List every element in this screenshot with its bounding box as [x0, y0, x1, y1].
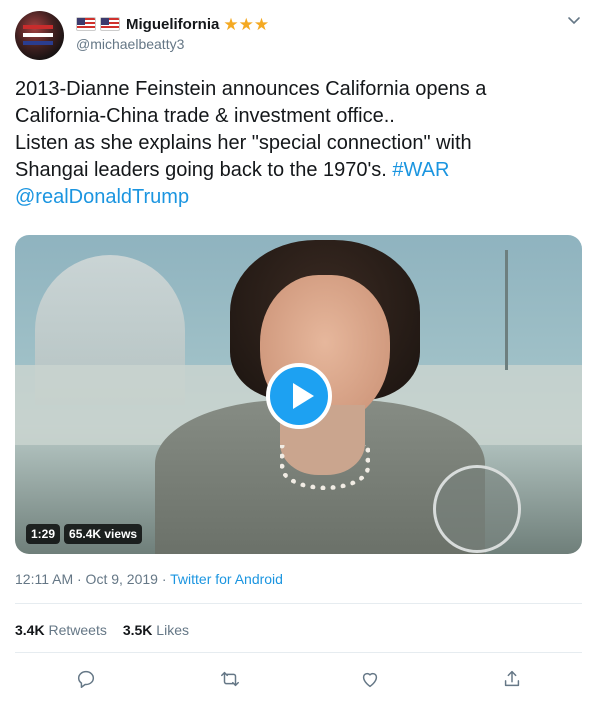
- chevron-down-icon[interactable]: [567, 14, 581, 28]
- play-button[interactable]: [266, 363, 332, 429]
- avatar-art: [23, 33, 53, 37]
- retweets-label: Retweets: [48, 622, 107, 638]
- tweet-meta: 12:11 AM · Oct 9, 2019 · Twitter for And…: [15, 571, 283, 587]
- stars-icon: ★★★: [223, 14, 270, 34]
- retweets-stat[interactable]: 3.4K Retweets: [15, 622, 107, 638]
- divider: [15, 652, 582, 653]
- like-icon[interactable]: [359, 668, 381, 690]
- reply-icon[interactable]: [75, 668, 97, 690]
- video-views: 65.4K views: [64, 524, 143, 544]
- tweet-timestamp[interactable]: 12:11 AM · Oct 9, 2019 ·: [15, 571, 170, 587]
- avatar[interactable]: [15, 11, 64, 60]
- tweet-text-line: Listen as she explains her "special conn…: [15, 132, 472, 154]
- tweet-text-line: 2013-Dianne Feinstein announces Californ…: [15, 78, 487, 100]
- tweet-text-line: California-China trade & investment offi…: [15, 105, 395, 127]
- likes-count: 3.5K: [122, 622, 153, 638]
- avatar-art: [23, 25, 53, 29]
- retweet-icon[interactable]: [219, 668, 241, 690]
- tweet-card: Miguelifornia ★★★ @michaelbeatty3 2013-D…: [0, 0, 597, 704]
- mention-link[interactable]: @realDonaldTrump: [15, 184, 575, 211]
- retweets-count: 3.4K: [15, 622, 45, 638]
- tweet-client-link[interactable]: Twitter for Android: [170, 571, 283, 587]
- tweet-text-line: Shangai leaders going back to the 1970's…: [15, 157, 575, 184]
- video-player[interactable]: 1:29 65.4K views: [15, 235, 582, 554]
- divider: [15, 603, 582, 604]
- share-icon[interactable]: [501, 668, 523, 690]
- video-duration: 1:29: [26, 524, 61, 544]
- video-badges: 1:29 65.4K views: [26, 524, 143, 544]
- pearl-necklace: [280, 445, 370, 490]
- user-name-row[interactable]: Miguelifornia ★★★: [76, 14, 269, 34]
- tweet-actions: [0, 664, 597, 694]
- avatar-art: [23, 41, 53, 45]
- us-flag-icon: [76, 17, 96, 31]
- hashtag-link[interactable]: #WAR: [392, 159, 449, 181]
- display-name[interactable]: Miguelifornia: [126, 16, 219, 33]
- tweet-stats: 3.4K Retweets 3.5K Likes: [15, 622, 189, 638]
- seal-icon: [433, 465, 521, 553]
- user-handle[interactable]: @michaelbeatty3: [76, 36, 184, 52]
- us-flag-icon: [100, 17, 120, 31]
- tweet-text: 2013-Dianne Feinstein announces Californ…: [15, 76, 575, 211]
- flag-pole: [505, 250, 508, 370]
- tweet-text-segment: Shangai leaders going back to the 1970's…: [15, 159, 393, 181]
- likes-stat[interactable]: 3.5K Likes: [123, 622, 189, 638]
- likes-label: Likes: [156, 622, 189, 638]
